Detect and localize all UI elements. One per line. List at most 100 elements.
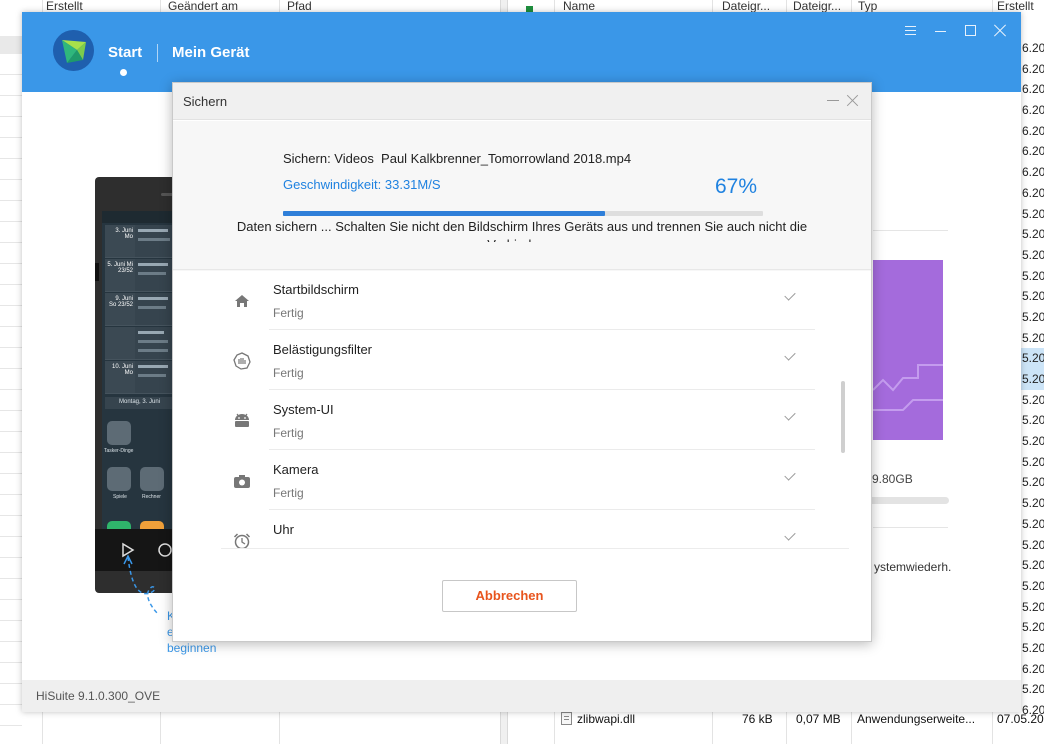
- check-icon: [784, 349, 796, 361]
- check-icon: [784, 469, 796, 481]
- progress-bar: [283, 211, 763, 216]
- date-cell: 5.20: [1022, 558, 1044, 573]
- hisuite-logo-icon: [53, 30, 94, 71]
- date-cell: 5.20: [1022, 640, 1044, 655]
- grid-line: [0, 326, 22, 327]
- minimize-button[interactable]: [932, 22, 950, 40]
- date-cell: 5.20: [1022, 392, 1044, 407]
- grid-line: [0, 74, 22, 75]
- column-header-name[interactable]: Name: [563, 0, 595, 12]
- calculator-folder-icon: [140, 467, 164, 491]
- column-header-dateigroesse-1[interactable]: Dateigr...: [722, 0, 784, 12]
- backup-dialog: Sichern Sichern: Videos Paul Kalkbrenner…: [172, 82, 872, 642]
- list-item: Uhr: [221, 510, 821, 548]
- grid-line: [0, 683, 22, 684]
- active-tab-indicator: [120, 69, 127, 76]
- divider: [873, 527, 948, 528]
- file-name: zlibwapi.dll: [577, 712, 636, 726]
- menu-icon[interactable]: [902, 22, 920, 40]
- date-cell: 5.20: [1022, 247, 1044, 262]
- date-cell: 6.20: [1022, 185, 1044, 200]
- date-cell: 5.20: [1022, 330, 1044, 345]
- grid-line: [0, 515, 22, 516]
- column-header-erstellt[interactable]: Erstellt: [46, 0, 83, 12]
- date-cell: 5.20: [1022, 413, 1044, 428]
- backup-warning-text: Daten sichern ... Schalten Sie nicht den…: [236, 219, 808, 242]
- column-header-pfad[interactable]: Pfad: [287, 0, 312, 12]
- column-header-erstellt-right[interactable]: Erstellt: [997, 0, 1034, 12]
- grid-line: [0, 221, 22, 222]
- date-cell: 5.20: [1022, 620, 1044, 635]
- date-cell: 6.20: [1022, 144, 1044, 159]
- list-item: Kamera Fertig: [221, 450, 821, 510]
- maximize-button[interactable]: [962, 22, 980, 40]
- current-file-text: Sichern: Videos Paul Kalkbrenner_Tomorro…: [283, 151, 632, 166]
- cancel-button[interactable]: Abbrechen: [442, 580, 577, 612]
- app-footer: HiSuite 9.1.0.300_OVE: [22, 680, 1021, 712]
- grid-line: [0, 263, 22, 264]
- column-header-dateigroesse-2[interactable]: Dateigr...: [793, 0, 849, 12]
- date-cell: 6.20: [1022, 61, 1044, 76]
- backup-item-list[interactable]: Startbildschirm Fertig Belästigungsfilte…: [221, 270, 821, 548]
- item-name: Startbildschirm: [273, 282, 359, 297]
- app-version: HiSuite 9.1.0.300_OVE: [36, 689, 161, 703]
- file-size-kb: 76 kB: [742, 712, 773, 726]
- item-status: Fertig: [273, 366, 304, 380]
- date-cell: 6.20: [1022, 41, 1044, 55]
- nav-tab-mein-geraet[interactable]: Mein Gerät: [172, 44, 250, 61]
- grid-line: [0, 284, 22, 285]
- grid-line: [0, 578, 22, 579]
- column-header-typ[interactable]: Typ: [858, 0, 877, 12]
- phone-side-button: [95, 263, 99, 281]
- grid-line: [0, 158, 22, 159]
- grid-line: [0, 662, 22, 663]
- date-cell: 5.20: [1022, 516, 1044, 531]
- check-icon: [784, 529, 796, 541]
- grid-line: [0, 473, 22, 474]
- date-cell: 6.20: [1022, 661, 1044, 676]
- system-restore-text[interactable]: ystemwiederh.: [874, 560, 951, 574]
- file-type: Anwendungserweite...: [857, 712, 976, 726]
- list-item: Startbildschirm Fertig: [221, 270, 821, 330]
- list-scrollbar[interactable]: [841, 381, 845, 453]
- grid-line: [0, 389, 22, 390]
- progress-bar-fill: [283, 211, 605, 216]
- nav-tab-start[interactable]: Start: [108, 44, 142, 61]
- grid-line: [0, 557, 22, 558]
- date-cell: 6.20: [1022, 103, 1044, 118]
- camera-icon: [234, 475, 250, 488]
- dialog-close-button[interactable]: [845, 93, 861, 109]
- date-cell: 5.20: [1022, 599, 1044, 614]
- item-name: Kamera: [273, 462, 319, 477]
- grid-line: [0, 494, 22, 495]
- date-cell: 5.20: [1022, 475, 1044, 490]
- date-cell: 5.20: [1022, 537, 1044, 552]
- date-cell: 5.20: [1022, 309, 1044, 324]
- backup-progress-panel: Sichern: Videos Paul Kalkbrenner_Tomorro…: [173, 121, 871, 271]
- check-icon: [784, 409, 796, 421]
- item-name: Belästigungsfilter: [273, 342, 372, 357]
- folder-label: Spiele: [113, 494, 127, 500]
- progress-percent: 67%: [715, 175, 758, 198]
- storage-usage-bar: [867, 497, 949, 504]
- nav-separator: [157, 44, 158, 62]
- item-status: Fertig: [273, 306, 304, 320]
- grid-line: [0, 599, 22, 600]
- folder-icon: [107, 421, 131, 445]
- file-size-mb: 0,07 MB: [796, 712, 841, 726]
- storage-illustration: [872, 260, 943, 440]
- close-button[interactable]: [991, 22, 1009, 40]
- block-hand-icon: [233, 352, 251, 370]
- cta-text-line-3: beginnen: [167, 641, 217, 655]
- item-status: Fertig: [273, 486, 304, 500]
- grid-line: [0, 536, 22, 537]
- divider: [221, 548, 849, 549]
- dialog-minimize-button[interactable]: [827, 100, 839, 101]
- date-cell: 5.20: [1022, 206, 1044, 221]
- column-header-geaendert[interactable]: Geändert am: [168, 0, 238, 12]
- date-cell: 6.20: [1022, 123, 1044, 138]
- dashed-arrow-icon: [123, 554, 159, 615]
- transfer-speed: Geschwindigkeit: 33.31M/S: [283, 177, 441, 192]
- folder-label: Tasker-Dinge: [104, 448, 134, 454]
- grid-line: [0, 452, 22, 453]
